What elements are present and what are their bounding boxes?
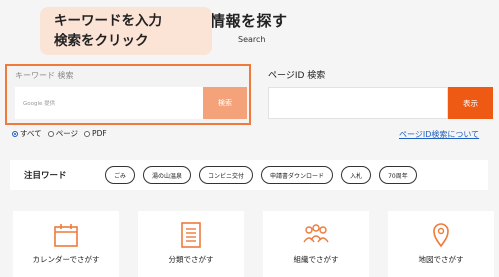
page-title: 情報を探す: [210, 12, 288, 30]
browse-cards: カレンダーでさがす 分類でさがす 組織でさがす 地図でさがす: [13, 211, 494, 277]
page-id-display-button[interactable]: 表示: [448, 87, 493, 119]
search-scope-radios: すべて ページ PDF: [12, 128, 107, 139]
keyword-chip[interactable]: 申請書ダウンロード: [261, 166, 334, 184]
map-search-card[interactable]: 地図でさがす: [388, 211, 494, 277]
card-label: 地図でさがす: [418, 255, 464, 264]
page-id-input[interactable]: [268, 87, 448, 119]
keyword-chip[interactable]: ごみ: [105, 166, 136, 184]
radio-page-label: ページ: [55, 129, 79, 138]
radio-all-label: すべて: [20, 129, 42, 138]
featured-words-bar: 注目ワード ごみ 湯の山温泉 コンビニ交付 申請書ダウンロード 入札 70周年: [10, 160, 488, 190]
calendar-search-card[interactable]: カレンダーでさがす: [13, 211, 119, 277]
organization-search-card[interactable]: 組織でさがす: [263, 211, 369, 277]
keyword-search-box: キーワード 検索 Google 提供 検索: [5, 64, 251, 125]
radio-pdf[interactable]: PDF: [84, 129, 107, 138]
callout-line-1: キーワードを入力: [54, 13, 162, 29]
people-icon: [303, 224, 329, 243]
map-pin-icon: [433, 223, 449, 248]
keyword-search-button[interactable]: 検索: [203, 87, 247, 119]
card-label: 組織でさがす: [293, 255, 339, 264]
keyword-chip[interactable]: コンビニ交付: [199, 166, 254, 184]
featured-words-title: 注目ワード: [24, 171, 67, 181]
radio-page[interactable]: ページ: [47, 128, 79, 139]
keyword-chip[interactable]: 70周年: [379, 166, 417, 184]
featured-words-chips: ごみ 湯の山温泉 コンビニ交付 申請書ダウンロード 入札 70周年: [105, 166, 417, 184]
keyword-search-input[interactable]: Google 提供: [15, 87, 203, 119]
page-subtitle: Search: [238, 35, 266, 44]
category-search-card[interactable]: 分類でさがす: [138, 211, 244, 277]
calendar-icon: [54, 224, 78, 247]
keyword-chip[interactable]: 湯の山温泉: [143, 166, 192, 184]
keyword-search-label: キーワード 検索: [15, 71, 74, 80]
page-id-label: ページID 検索: [268, 71, 326, 81]
radio-all[interactable]: すべて: [12, 128, 42, 139]
radio-dot-icon: [12, 130, 18, 137]
card-label: カレンダーでさがす: [32, 255, 100, 264]
radio-dot-icon: [84, 130, 91, 137]
radio-dot-icon: [47, 130, 54, 137]
list-document-icon: [181, 222, 201, 248]
instruction-callout: キーワードを入力 検索をクリック: [40, 7, 212, 55]
callout-line-2: 検索をクリック: [54, 33, 149, 49]
page-id-help-link[interactable]: ページID検索について: [399, 129, 479, 140]
keyword-chip[interactable]: 入札: [341, 166, 372, 184]
card-label: 分類でさがす: [168, 255, 214, 264]
radio-pdf-label: PDF: [92, 129, 107, 138]
